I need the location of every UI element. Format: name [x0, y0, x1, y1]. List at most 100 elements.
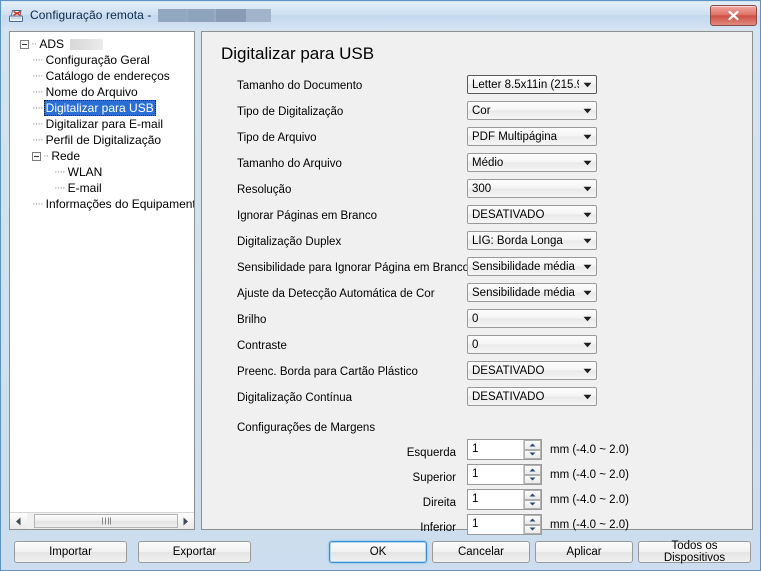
dropdown-2[interactable]: Cor	[467, 101, 597, 120]
chevron-down-icon[interactable]	[579, 264, 596, 270]
field-label: Sensibilidade para Ignorar Página em Bra…	[237, 262, 470, 274]
dropdown-6[interactable]: DESATIVADO	[467, 205, 597, 224]
sidebar-item-configura-o-geral[interactable]: ···· Configuração Geral	[10, 52, 194, 68]
dropdown-9[interactable]: Sensibilidade média	[467, 283, 597, 302]
settings-content-panel: Digitalizar para USB Tamanho do Document…	[201, 31, 753, 535]
dropdown-value: Sensibilidade média	[472, 286, 575, 299]
stepper-down-icon[interactable]	[524, 474, 541, 484]
chevron-down-icon[interactable]	[579, 368, 596, 374]
margin-stepper-4[interactable]	[467, 514, 542, 535]
sidebar-item-nome-do-arquivo[interactable]: ···· Nome do Arquivo	[10, 84, 194, 100]
chevron-down-icon[interactable]	[579, 394, 596, 400]
stepper-buttons[interactable]	[523, 515, 541, 534]
field-label: Brilho	[237, 314, 267, 326]
dropdown-4[interactable]: Médio	[467, 153, 597, 172]
tree-connector-icon: ··	[43, 150, 49, 162]
dropdown-value: DESATIVADO	[472, 364, 545, 377]
scroll-right-arrow-icon[interactable]	[177, 513, 194, 529]
dropdown-3[interactable]: PDF Multipágina	[467, 127, 597, 146]
tree-connector-icon: ····	[32, 54, 44, 66]
settings-row: Contraste 0	[202, 335, 752, 361]
sidebar-item-wlan[interactable]: ···· WLAN	[10, 164, 194, 180]
chevron-down-icon[interactable]	[579, 160, 596, 166]
settings-row: Tamanho do Documento Letter 8.5x11in (215…	[202, 75, 752, 101]
chevron-down-icon[interactable]	[579, 316, 596, 322]
stepper-up-icon[interactable]	[524, 465, 541, 475]
close-button[interactable]	[710, 5, 757, 26]
dropdown-value: LIG: Borda Longa	[472, 234, 563, 247]
stepper-buttons[interactable]	[523, 440, 541, 459]
dropdown-7[interactable]: LIG: Borda Longa	[467, 231, 597, 250]
importar-button[interactable]: Importar	[14, 541, 127, 563]
sidebar-item-perfil-de-digitaliza-o[interactable]: ···· Perfil de Digitalização	[10, 132, 194, 148]
stepper-down-icon[interactable]	[524, 449, 541, 459]
margin-value-input[interactable]	[468, 490, 523, 509]
remote-setup-window: Configuração remota - ·· ADS ···· Configura…	[0, 0, 761, 571]
sidebar-item-rede[interactable]: ·· Rede	[10, 148, 194, 164]
stepper-up-icon[interactable]	[524, 515, 541, 525]
scroll-left-arrow-icon[interactable]	[10, 513, 27, 529]
settings-row: Digitalização Duplex LIG: Borda Longa	[202, 231, 752, 257]
dropdown-10[interactable]: 0	[467, 309, 597, 328]
margin-value-input[interactable]	[468, 465, 523, 484]
navigation-tree-scroll-area: ·· ADS ···· Configuração Geral ···· Catálogo …	[10, 32, 194, 512]
margin-stepper-3[interactable]	[467, 489, 542, 510]
chevron-down-icon[interactable]	[579, 186, 596, 192]
expander-collapse-icon[interactable]	[20, 39, 29, 49]
settings-row: Digitalização Contínua DESATIVADO	[202, 387, 752, 413]
chevron-down-icon[interactable]	[579, 290, 596, 296]
chevron-down-icon[interactable]	[579, 108, 596, 114]
chevron-down-icon[interactable]	[579, 82, 596, 88]
sidebar-item-label: Configuração Geral	[45, 53, 150, 67]
dropdown-value: Médio	[472, 156, 504, 169]
chevron-down-icon[interactable]	[579, 212, 596, 218]
field-label: Tipo de Digitalização	[237, 106, 344, 118]
stepper-down-icon[interactable]	[524, 499, 541, 509]
dropdown-13[interactable]: DESATIVADO	[467, 387, 597, 406]
dropdown-5[interactable]: 300	[467, 179, 597, 198]
field-label: Digitalização Contínua	[237, 392, 353, 404]
ok-button[interactable]: OK	[329, 541, 427, 563]
margin-stepper-1[interactable]	[467, 439, 542, 460]
tree-root-node[interactable]: ·· ADS	[10, 36, 194, 52]
footer-button-bar: Importar Exportar OK Cancelar Aplicar Todos o…	[2, 534, 760, 569]
field-label: Tamanho do Arquivo	[237, 158, 342, 170]
sidebar-item-digitalizar-para-usb[interactable]: ···· Digitalizar para USB	[10, 100, 194, 116]
chevron-down-icon[interactable]	[579, 342, 596, 348]
stepper-buttons[interactable]	[523, 490, 541, 509]
sidebar-item-cat-logo-de-endere-os[interactable]: ···· Catálogo de endereços	[10, 68, 194, 84]
sidebar-item-informa-es-do-equipamento[interactable]: ···· Informações do Equipamento	[10, 196, 194, 212]
tree-connector-icon: ····	[32, 102, 44, 114]
todos-os-dispositivos-button[interactable]: Todos os Dispositivos	[638, 540, 751, 564]
margin-label: Direita	[422, 497, 456, 509]
dropdown-11[interactable]: 0	[467, 335, 597, 354]
aplicar-button[interactable]: Aplicar	[535, 541, 633, 563]
cancelar-button[interactable]: Cancelar	[432, 541, 530, 563]
settings-row: Tamanho do Arquivo Médio	[202, 153, 752, 179]
chevron-down-icon[interactable]	[579, 134, 596, 140]
expander-collapse-icon[interactable]	[32, 151, 41, 161]
scrollbar-track[interactable]	[27, 513, 178, 529]
margin-row: Direita mm (-4.0 ~ 2.0)	[202, 489, 752, 514]
margin-value-input[interactable]	[468, 440, 523, 459]
sidebar-item-e-mail[interactable]: ···· E-mail	[10, 180, 194, 196]
dropdown-12[interactable]: DESATIVADO	[467, 361, 597, 380]
margin-value-input[interactable]	[468, 515, 523, 534]
margin-unit-label: mm (-4.0 ~ 2.0)	[550, 444, 629, 456]
margin-rows: Esquerda mm (-4.0 ~ 2.0) Superior mm (-4.0 …	[202, 439, 752, 539]
dropdown-1[interactable]: Letter 8.5x11in (215.9	[467, 75, 597, 94]
stepper-up-icon[interactable]	[524, 490, 541, 500]
exportar-button[interactable]: Exportar	[138, 541, 251, 563]
navigation-tree: ·· ADS ···· Configuração Geral ···· Catálogo …	[10, 32, 194, 212]
stepper-buttons[interactable]	[523, 465, 541, 484]
stepper-up-icon[interactable]	[524, 440, 541, 450]
tree-root-label: ADS	[39, 37, 65, 51]
scrollbar-thumb[interactable]	[34, 514, 178, 528]
stepper-down-icon[interactable]	[524, 524, 541, 534]
chevron-down-icon[interactable]	[579, 238, 596, 244]
tree-horizontal-scrollbar[interactable]	[10, 512, 194, 529]
dropdown-8[interactable]: Sensibilidade média	[467, 257, 597, 276]
margin-stepper-2[interactable]	[467, 464, 542, 485]
settings-form: Tamanho do Documento Letter 8.5x11in (215…	[202, 75, 752, 413]
sidebar-item-digitalizar-para-e-mail[interactable]: ···· Digitalizar para E-mail	[10, 116, 194, 132]
